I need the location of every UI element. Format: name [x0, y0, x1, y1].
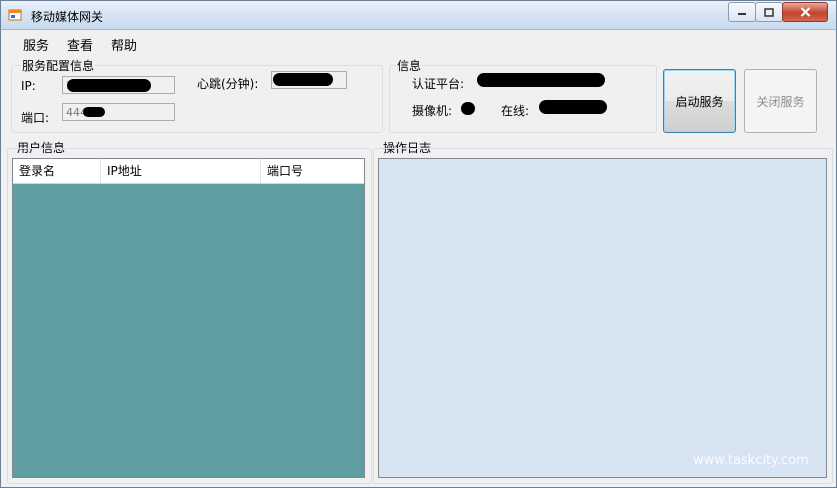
ip-redaction	[67, 79, 151, 92]
close-icon	[800, 7, 810, 17]
port-field[interactable]: 4444	[62, 103, 175, 121]
menu-service[interactable]: 服务	[23, 35, 49, 54]
port-label: 端口:	[21, 111, 50, 125]
heartbeat-redaction	[273, 73, 333, 86]
camera-label: 摄像机:	[412, 104, 453, 118]
ip-label: IP:	[21, 79, 36, 93]
main-window: 移动媒体网关 服务 查看 帮助 服务配置信息 IP: 192.168.0.88 …	[0, 0, 837, 488]
stop-service-button[interactable]: 关闭服务	[744, 69, 817, 133]
user-list[interactable]: 登录名 IP地址 端口号	[12, 158, 365, 478]
auth-platform-redaction	[477, 73, 605, 87]
user-list-header: 登录名 IP地址 端口号	[13, 159, 364, 184]
online-label: 在线:	[501, 104, 530, 118]
column-port[interactable]: 端口号	[261, 159, 364, 183]
app-window-icon	[8, 9, 22, 21]
port-redaction	[83, 107, 105, 117]
close-button[interactable]	[782, 2, 828, 22]
heartbeat-label: 心跳(分钟):	[197, 77, 259, 91]
menu-help[interactable]: 帮助	[111, 35, 137, 54]
maximize-icon	[764, 7, 774, 17]
menu-view[interactable]: 查看	[67, 35, 93, 54]
window-title: 移动媒体网关	[31, 10, 104, 24]
maximize-button[interactable]	[755, 2, 783, 22]
log-textbox[interactable]	[378, 158, 827, 478]
service-config-label: 服务配置信息	[21, 57, 96, 74]
column-login-name[interactable]: 登录名	[13, 159, 101, 183]
minimize-icon	[738, 13, 746, 15]
info-label: 信息	[396, 57, 423, 74]
column-ip-address[interactable]: IP地址	[101, 159, 261, 183]
online-redaction	[539, 100, 607, 114]
start-service-button[interactable]: 启动服务	[663, 69, 736, 133]
title-bar[interactable]: 移动媒体网关	[1, 1, 836, 30]
camera-redaction	[461, 102, 475, 115]
watermark: www.taskcity.com	[693, 453, 809, 468]
auth-platform-label: 认证平台:	[412, 77, 465, 91]
minimize-button[interactable]	[728, 2, 756, 22]
menu-bar: 服务 查看 帮助	[1, 30, 836, 54]
